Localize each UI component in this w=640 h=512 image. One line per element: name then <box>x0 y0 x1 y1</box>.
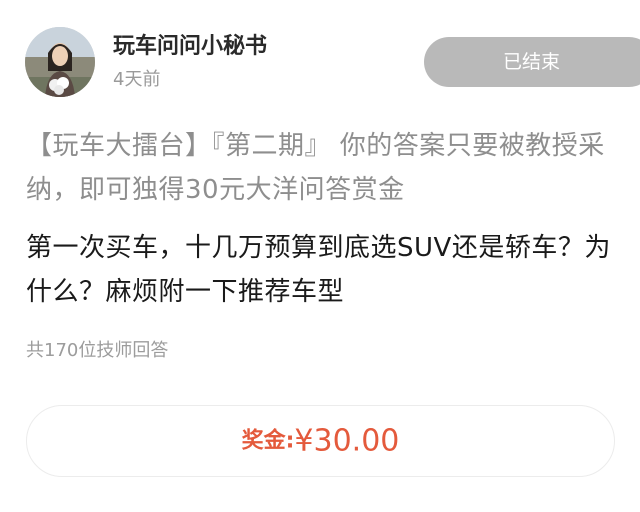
avatar[interactable] <box>25 27 95 97</box>
answer-count: 共170位技师回答 <box>26 340 169 361</box>
author-name[interactable]: 玩车问问小秘书 <box>113 33 267 61</box>
question-card[interactable]: 玩车问问小秘书 4天前 已结束 【玩车大擂台】『第二期』 你的答案只要被教授采纳… <box>0 0 640 512</box>
reward-button[interactable]: 奖金:¥30.00 <box>26 405 615 477</box>
reward-amount: ¥30.00 <box>294 423 400 459</box>
reward-label: 奖金: <box>241 428 295 454</box>
avatar-photo-icon <box>25 27 95 97</box>
post-time: 4天前 <box>113 69 161 90</box>
question-text[interactable]: 第一次买车，十几万预算到底选SUV还是轿车？为什么？麻烦附一下推荐车型 <box>26 226 621 314</box>
status-badge: 已结束 <box>424 37 640 87</box>
topic-text[interactable]: 【玩车大擂台】『第二期』 你的答案只要被教授采纳，即可独得30元大洋问答赏金 <box>26 124 616 212</box>
